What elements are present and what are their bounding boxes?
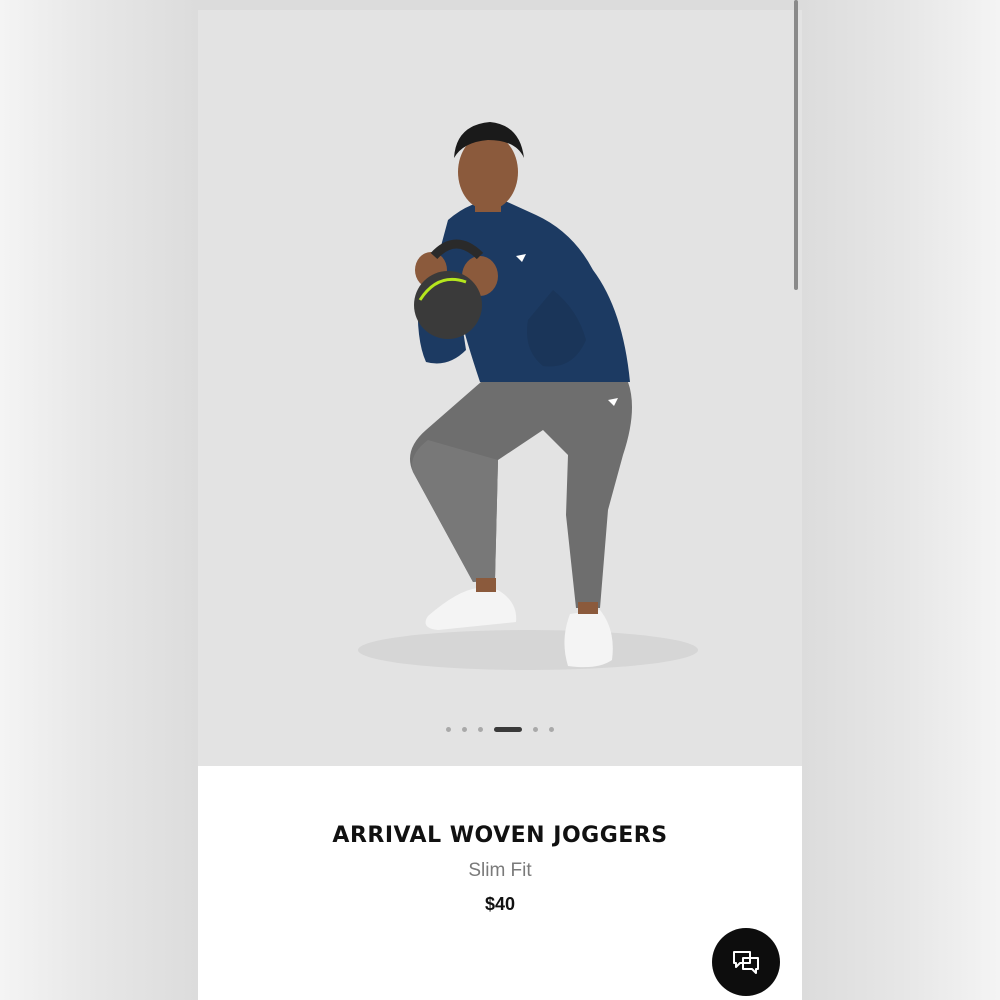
- product-image[interactable]: [198, 10, 802, 766]
- scrollbar[interactable]: [794, 0, 798, 290]
- carousel-dot[interactable]: [446, 726, 451, 732]
- carousel-dot[interactable]: [478, 726, 483, 732]
- carousel-dot[interactable]: [549, 726, 554, 732]
- product-fit: Slim Fit: [468, 860, 532, 881]
- product-page: ARRIVAL WOVEN JOGGERS Slim Fit $40: [198, 10, 802, 1000]
- chat-bubbles-icon: [733, 951, 759, 974]
- chat-button[interactable]: [712, 928, 780, 996]
- left-shoe: [425, 588, 517, 630]
- carousel-dot[interactable]: [462, 726, 467, 732]
- carousel-dot-active[interactable]: [494, 726, 522, 732]
- product-title: ARRIVAL WOVEN JOGGERS: [332, 823, 668, 848]
- carousel-indicator[interactable]: [198, 724, 802, 734]
- right-shoe: [564, 610, 613, 668]
- model-photo: [358, 122, 698, 670]
- carousel-dot[interactable]: [533, 726, 538, 732]
- product-price: $40: [484, 894, 516, 914]
- product-info: ARRIVAL WOVEN JOGGERS Slim Fit $40: [198, 766, 802, 915]
- kettlebell: [414, 271, 482, 339]
- floor-shadow: [358, 630, 698, 670]
